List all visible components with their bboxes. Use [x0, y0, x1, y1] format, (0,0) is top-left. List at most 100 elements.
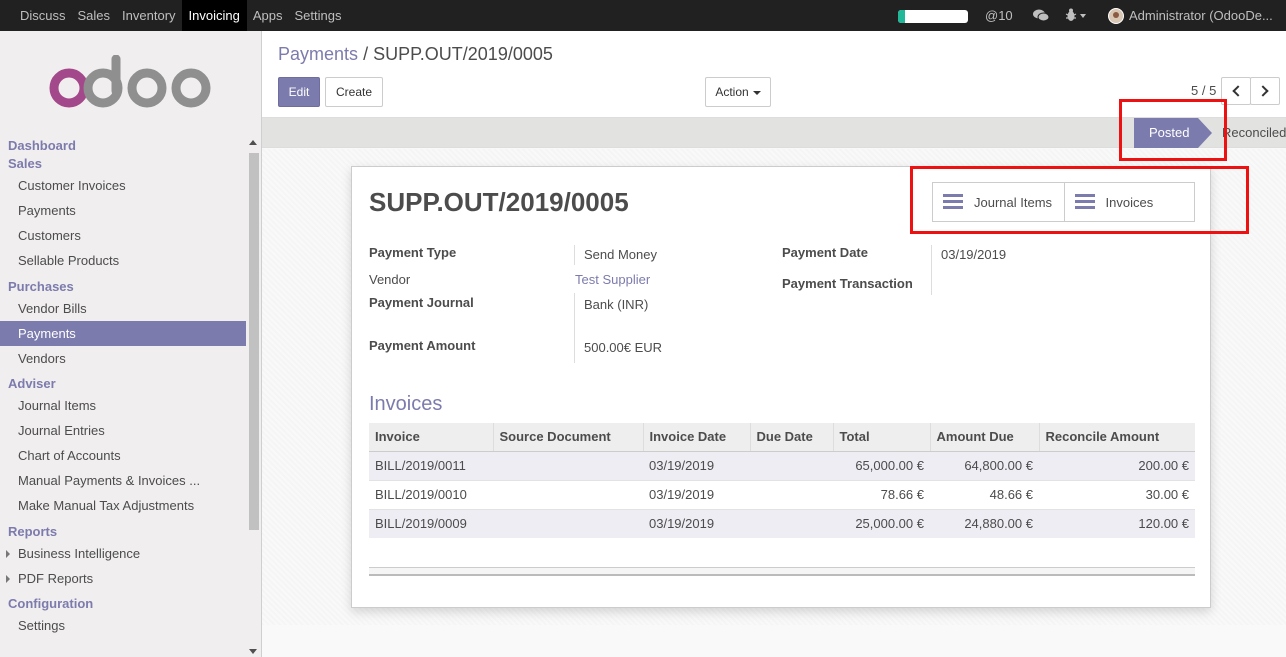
scroll-down-arrow-icon[interactable]: [249, 649, 257, 654]
payment-journal-label: Payment Journal: [369, 295, 474, 310]
menu-settings[interactable]: Settings: [288, 0, 347, 31]
sidebar-item-sales-payments[interactable]: Payments: [0, 198, 246, 223]
user-name: Administrator (OdooDe...: [1129, 8, 1273, 23]
edit-button[interactable]: Edit: [278, 77, 320, 107]
table-row[interactable]: BILL/2019/0011 03/19/2019 65,000.00 € 64…: [369, 450, 1195, 480]
sidebar-item-manual-payments[interactable]: Manual Payments & Invoices ...: [0, 468, 246, 493]
scroll-thumb[interactable]: [249, 153, 259, 530]
column-header-reconcile-amount[interactable]: Reconcile Amount: [1039, 423, 1195, 452]
payment-currency: EUR: [634, 340, 663, 355]
sidebar-item-settings[interactable]: Settings: [0, 613, 246, 638]
app-menu: Discuss Sales Inventory Invoicing Apps S…: [14, 0, 347, 31]
sidebar-scrollbar[interactable]: [247, 137, 260, 657]
cell-reconcile-amount: 200.00 €: [1039, 450, 1195, 480]
caret-down-icon: [752, 90, 761, 95]
cell-invoice: BILL/2019/0009: [369, 508, 493, 538]
menu-sales[interactable]: Sales: [72, 0, 117, 31]
cell-invoice-date: 03/19/2019: [643, 508, 750, 538]
cell-source-document: [493, 450, 643, 480]
invoices-table: Invoice Source Document Invoice Date Due…: [369, 423, 1195, 538]
odoo-logo: [49, 55, 211, 108]
menu-invoicing[interactable]: Invoicing: [181, 0, 247, 31]
progress-fill: [898, 10, 905, 23]
breadcrumb-separator: /: [363, 44, 369, 64]
column-header-due-date[interactable]: Due Date: [750, 423, 834, 452]
sidebar-item-purchase-payments[interactable]: Payments: [0, 321, 246, 346]
status-reconciled[interactable]: Reconciled: [1222, 118, 1286, 148]
divider: [574, 245, 575, 265]
table-footer: [369, 567, 1195, 576]
payment-date-value: 03/19/2019: [941, 247, 1007, 262]
payment-date-label: Payment Date: [782, 245, 868, 260]
chevron-right-icon: [1257, 85, 1269, 97]
sidebar-item-vendor-bills[interactable]: Vendor Bills: [0, 296, 246, 321]
top-navbar: Discuss Sales Inventory Invoicing Apps S…: [0, 0, 1286, 31]
cell-total: 25,000.00 €: [833, 508, 930, 538]
payment-amount: 500.00€: [584, 340, 631, 355]
cell-amount-due: 48.66 €: [930, 479, 1039, 509]
payment-amount-label: Payment Amount: [369, 338, 476, 353]
cell-source-document: [493, 508, 643, 538]
sidebar-section-sales: Sales: [8, 156, 42, 171]
create-button[interactable]: Create: [325, 77, 383, 107]
invoices-section-title: Invoices: [369, 393, 443, 415]
column-header-total[interactable]: Total: [833, 423, 931, 452]
action-label: Action: [715, 85, 749, 99]
cell-amount-due: 24,880.00 €: [930, 508, 1039, 538]
pager-value[interactable]: 5 / 5: [1191, 83, 1216, 98]
planner-progress-bar[interactable]: [898, 10, 968, 23]
chevron-left-icon: [1232, 85, 1244, 97]
table-header-row: Invoice Source Document Invoice Date Due…: [369, 423, 1195, 452]
sidebar-section-configuration: Configuration: [8, 596, 94, 611]
sidebar-section-purchases: Purchases: [8, 279, 74, 294]
cell-due-date: [750, 450, 833, 480]
vendor-link[interactable]: Test Supplier: [575, 272, 650, 287]
highlight-box-status: [1119, 99, 1227, 161]
divider: [931, 245, 932, 295]
sidebar-item-customer-invoices[interactable]: Customer Invoices: [0, 173, 246, 198]
cell-total: 65,000.00 €: [833, 450, 930, 480]
sidebar-section-dashboard[interactable]: Dashboard: [0, 137, 246, 155]
column-header-source-document[interactable]: Source Document: [493, 423, 644, 452]
avatar: [1108, 7, 1124, 24]
vendor-label: Vendor: [369, 272, 411, 287]
menu-apps[interactable]: Apps: [247, 0, 289, 31]
breadcrumb-payments-link[interactable]: Payments: [278, 44, 358, 64]
debug-bug-icon[interactable]: [1065, 8, 1087, 25]
breadcrumb-current: SUPP.OUT/2019/0005: [373, 44, 553, 64]
column-header-amount-due[interactable]: Amount Due: [930, 423, 1040, 452]
sidebar-item-vendors[interactable]: Vendors: [0, 346, 246, 371]
column-header-invoice-date[interactable]: Invoice Date: [643, 423, 751, 452]
cell-source-document: [493, 479, 643, 509]
mentions-counter[interactable]: @10: [985, 0, 1013, 31]
sidebar-item-manual-tax-adjustments[interactable]: Make Manual Tax Adjustments: [0, 493, 246, 518]
sidebar-item-business-intelligence[interactable]: Business Intelligence: [0, 541, 246, 566]
payment-type-label: Payment Type: [369, 245, 457, 260]
cell-invoice: BILL/2019/0011: [369, 450, 493, 480]
sidebar-item-pdf-reports[interactable]: PDF Reports: [0, 566, 246, 591]
sidebar-section-reports: Reports: [8, 524, 58, 539]
sidebar-item-sellable-products[interactable]: Sellable Products: [0, 248, 246, 273]
user-menu[interactable]: Administrator (OdooDe...: [1108, 0, 1273, 31]
table-row[interactable]: BILL/2019/0010 03/19/2019 78.66 € 48.66 …: [369, 479, 1195, 509]
sidebar-section-adviser: Adviser: [8, 376, 56, 391]
scroll-up-arrow-icon[interactable]: [249, 140, 257, 145]
highlight-box-smart-buttons: [910, 166, 1249, 234]
chat-icon[interactable]: [1033, 9, 1049, 22]
sidebar-item-journal-items[interactable]: Journal Items: [0, 393, 246, 418]
table-row[interactable]: BILL/2019/0009 03/19/2019 25,000.00 € 24…: [369, 508, 1195, 538]
menu-discuss[interactable]: Discuss: [14, 0, 72, 31]
pager-next-button[interactable]: [1250, 77, 1280, 105]
sidebar-menu: Dashboard Sales Customer Invoices Paymen…: [0, 137, 246, 638]
sidebar-item-journal-entries[interactable]: Journal Entries: [0, 418, 246, 443]
sidebar-item-chart-of-accounts[interactable]: Chart of Accounts: [0, 443, 246, 468]
menu-inventory[interactable]: Inventory: [116, 0, 181, 31]
divider: [574, 293, 575, 363]
cell-total: 78.66 €: [833, 479, 930, 509]
cell-invoice-date: 03/19/2019: [643, 479, 750, 509]
sidebar-item-customers[interactable]: Customers: [0, 223, 246, 248]
column-header-invoice[interactable]: Invoice: [369, 423, 494, 452]
action-dropdown[interactable]: Action: [705, 77, 771, 107]
cell-amount-due: 64,800.00 €: [930, 450, 1039, 480]
breadcrumb: Payments / SUPP.OUT/2019/0005: [278, 44, 553, 65]
